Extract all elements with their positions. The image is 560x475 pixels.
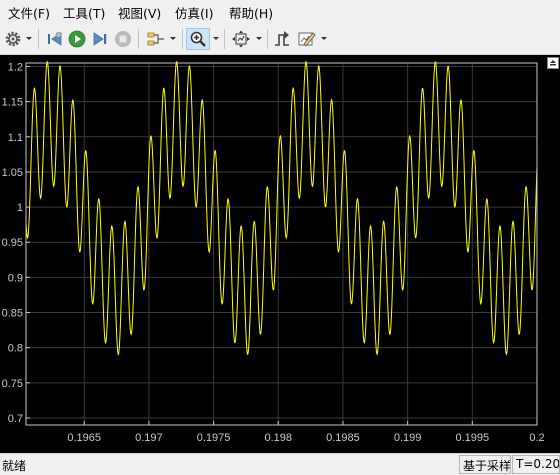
measure-dropdown-icon[interactable] bbox=[320, 33, 328, 43]
trigger-icon[interactable] bbox=[272, 28, 292, 50]
x-tick-label: 0.199 bbox=[394, 432, 422, 444]
scope-display: 0.7 0.75 0.8 0.85 0.9 0.95 1 1.05 1.1 1.15 1.2 0.19… bbox=[0, 55, 560, 453]
status-bar: 就绪 基于采样 T=0.200 bbox=[0, 453, 560, 475]
y-tick-label: 0.95 bbox=[2, 237, 23, 249]
measure-icon[interactable] bbox=[296, 28, 318, 50]
toolbar-separator bbox=[224, 29, 225, 49]
status-state: 就绪 bbox=[2, 459, 27, 473]
y-tick-label: 0.8 bbox=[8, 343, 23, 355]
toolbar-separator bbox=[267, 29, 268, 49]
toolbar bbox=[0, 25, 560, 55]
stop-icon[interactable] bbox=[113, 28, 133, 50]
settings-dropdown-icon[interactable] bbox=[25, 33, 33, 43]
signal-trace bbox=[25, 60, 538, 356]
y-tick-label: 1 bbox=[17, 202, 23, 214]
y-tick-label: 1.2 bbox=[8, 62, 23, 74]
y-tick-label: 0.75 bbox=[2, 378, 23, 390]
zoom-in-icon[interactable] bbox=[186, 28, 210, 50]
run-icon[interactable] bbox=[67, 28, 87, 50]
axes-frame bbox=[25, 62, 538, 426]
y-tick-label: 1.15 bbox=[2, 97, 23, 109]
fit-dropdown-icon[interactable] bbox=[255, 33, 263, 43]
signal-selector-dropdown-icon[interactable] bbox=[169, 33, 177, 43]
x-tick-label: 0.1985 bbox=[326, 432, 360, 444]
fit-to-view-icon[interactable] bbox=[230, 28, 252, 50]
menu-file[interactable]: 文件(F) bbox=[8, 3, 50, 22]
toolbar-separator bbox=[38, 29, 39, 49]
step-back-icon[interactable] bbox=[45, 28, 65, 50]
status-sim-time: T=0.200 bbox=[512, 455, 560, 474]
x-tick-label: 0.1995 bbox=[455, 432, 489, 444]
status-sampling-mode: 基于采样 bbox=[459, 455, 511, 474]
undock-icon[interactable] bbox=[547, 57, 559, 69]
toolbar-separator bbox=[182, 29, 183, 49]
zoom-dropdown-icon[interactable] bbox=[212, 33, 220, 43]
x-tick-label: 0.1965 bbox=[67, 432, 101, 444]
signal-selector-icon[interactable] bbox=[145, 28, 167, 50]
x-tick-label: 0.197 bbox=[135, 432, 163, 444]
x-tick-label: 0.198 bbox=[265, 432, 293, 444]
toolbar-separator bbox=[138, 29, 139, 49]
y-tick-label: 1.1 bbox=[8, 132, 23, 144]
y-tick-label: 0.7 bbox=[8, 413, 23, 425]
step-forward-icon[interactable] bbox=[90, 28, 110, 50]
x-tick-label: 0.1975 bbox=[197, 432, 231, 444]
x-tick-label: 0.2 bbox=[529, 432, 544, 444]
menu-tools[interactable]: 工具(T) bbox=[63, 3, 105, 22]
y-tick-label: 0.9 bbox=[8, 272, 23, 284]
menu-help[interactable]: 帮助(H) bbox=[229, 3, 273, 22]
menu-simulation[interactable]: 仿真(I) bbox=[175, 3, 213, 22]
menu-bar: 文件(F) 工具(T) 视图(V) 仿真(I) 帮助(H) bbox=[0, 0, 560, 25]
signal-plot[interactable]: 0.7 0.75 0.8 0.85 0.9 0.95 1 1.05 1.1 1.15 1.2 0.19… bbox=[0, 55, 560, 453]
settings-icon[interactable] bbox=[3, 28, 23, 50]
y-tick-label: 1.05 bbox=[2, 167, 23, 179]
y-tick-label: 0.85 bbox=[2, 308, 23, 320]
menu-view[interactable]: 视图(V) bbox=[118, 3, 161, 22]
